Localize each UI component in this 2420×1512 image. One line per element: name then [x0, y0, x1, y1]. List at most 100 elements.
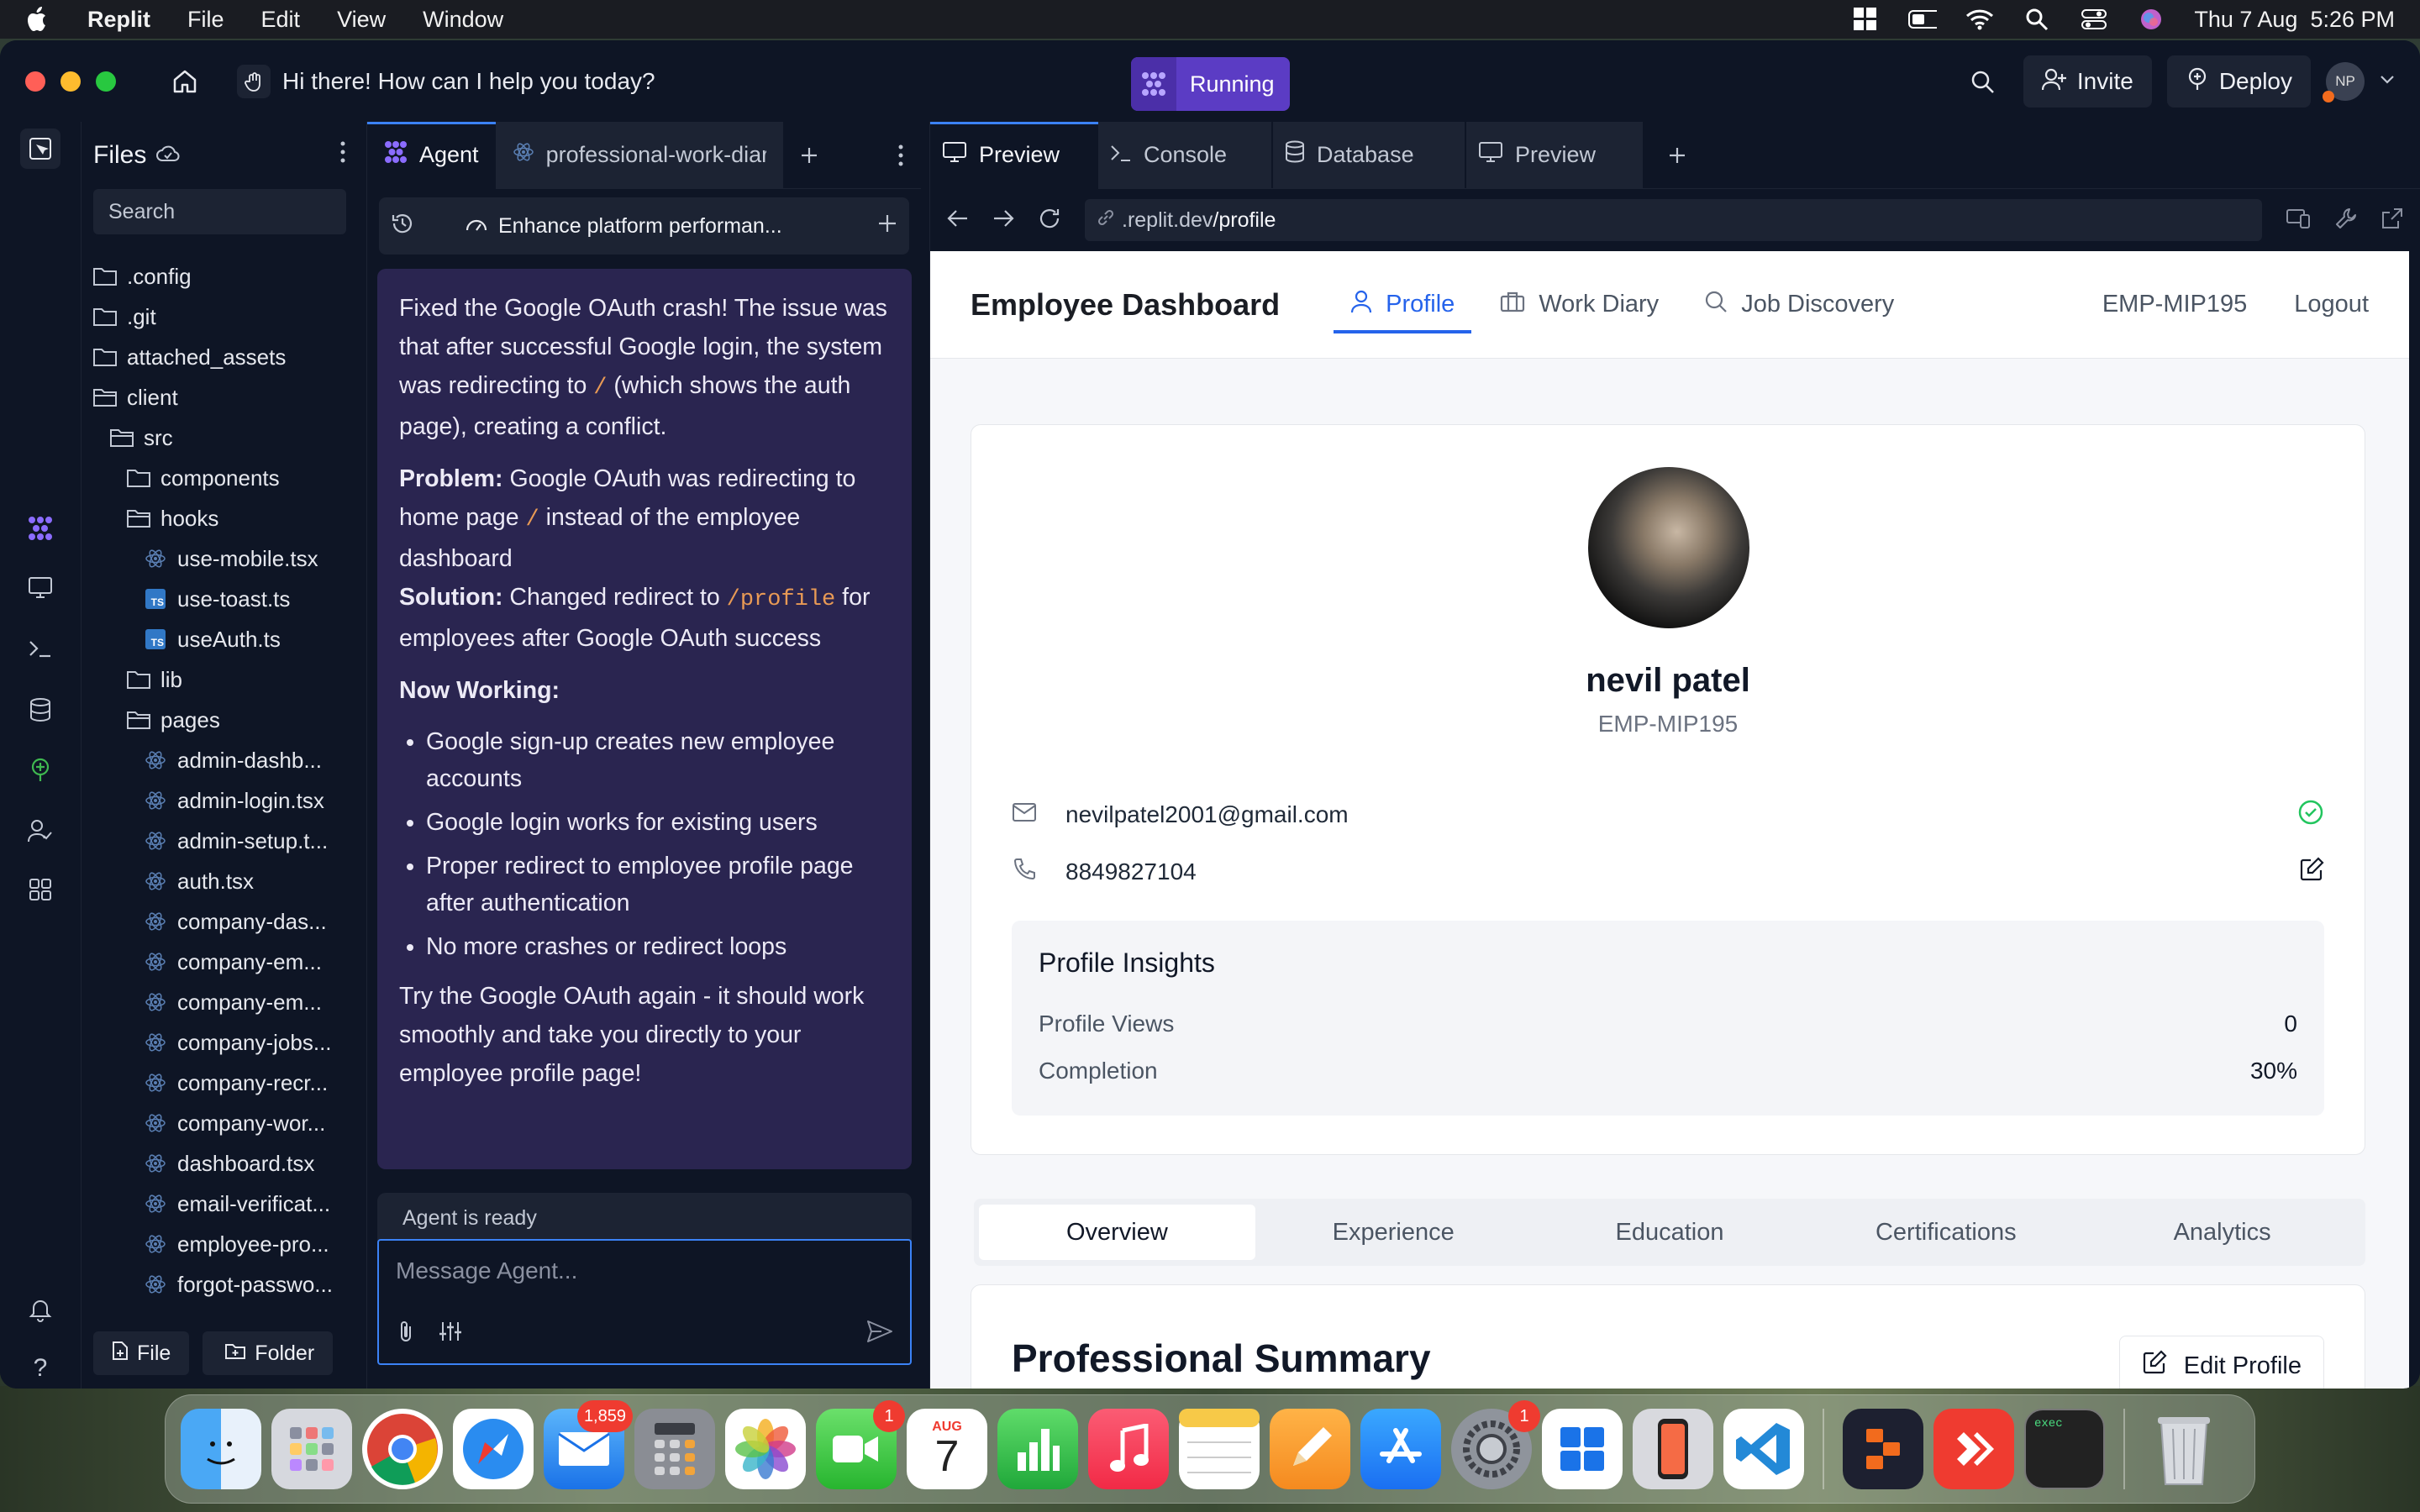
tab-analytics[interactable]: Analytics: [2084, 1205, 2360, 1260]
app-store-icon[interactable]: [1360, 1409, 1441, 1489]
tree-file[interactable]: employee-pro...: [82, 1224, 359, 1264]
calendar-icon[interactable]: AUG 7: [907, 1409, 987, 1489]
chevron-down-icon[interactable]: [2380, 74, 2395, 89]
tree-file[interactable]: email-verificat...: [82, 1184, 359, 1224]
tree-file[interactable]: company-wor...: [82, 1103, 359, 1143]
tree-file[interactable]: forgot-passwo...: [82, 1264, 359, 1305]
tree-file[interactable]: TS use-toast.ts: [82, 579, 359, 619]
tab-file[interactable]: professional-work-diar: [495, 121, 783, 189]
tab-preview-2[interactable]: Preview: [1466, 121, 1643, 189]
tab-preview[interactable]: Preview: [930, 121, 1098, 189]
zoom-window-button[interactable]: [96, 71, 116, 92]
agent-menu-icon[interactable]: [881, 122, 921, 189]
tree-file[interactable]: dashboard.tsx: [82, 1143, 359, 1184]
back-icon[interactable]: [947, 209, 969, 232]
devtools-wrench-icon[interactable]: [2334, 207, 2358, 234]
tab-experience[interactable]: Experience: [1255, 1205, 1532, 1260]
tree-folder[interactable]: client: [82, 377, 359, 417]
deployments-rail-icon[interactable]: [20, 750, 60, 790]
agent-prompt-bar[interactable]: Hi there! How can I help you today?: [237, 64, 655, 98]
battery-icon[interactable]: [1908, 7, 1938, 32]
tree-file[interactable]: company-jobs...: [82, 1022, 359, 1063]
photos-icon[interactable]: [725, 1409, 806, 1489]
tab-education[interactable]: Education: [1532, 1205, 1808, 1260]
run-status-button[interactable]: Running: [1131, 57, 1290, 111]
control-center-icon[interactable]: [2080, 7, 2108, 32]
agent-rail-icon[interactable]: [20, 508, 60, 549]
nav-work-diary[interactable]: Work Diary: [1483, 251, 1676, 359]
database-rail-icon[interactable]: [20, 690, 60, 730]
tree-file[interactable]: use-mobile.tsx: [82, 538, 359, 579]
preview-rail-icon[interactable]: [20, 567, 60, 607]
edit-profile-button[interactable]: Edit Profile: [2118, 1336, 2324, 1389]
open-external-icon[interactable]: [2381, 207, 2403, 234]
spotlight-search-icon[interactable]: [2023, 7, 2051, 32]
iphone-mirroring-icon[interactable]: [1633, 1409, 1713, 1489]
home-icon[interactable]: [166, 63, 203, 100]
pages-icon[interactable]: [1270, 1409, 1350, 1489]
help-icon[interactable]: ?: [20, 1348, 60, 1389]
forward-icon[interactable]: [992, 209, 1014, 232]
facetime-icon[interactable]: 1: [816, 1400, 905, 1489]
message-agent-input[interactable]: [396, 1257, 892, 1284]
files-menu-icon[interactable]: [339, 140, 346, 171]
logout-link[interactable]: Logout: [2294, 291, 2369, 318]
search-icon[interactable]: [1956, 55, 2008, 108]
profile-photo[interactable]: [1588, 467, 1749, 628]
edit-phone-icon[interactable]: [2299, 856, 2324, 888]
tree-folder[interactable]: lib: [82, 659, 359, 700]
minimize-window-button[interactable]: [60, 71, 81, 92]
new-file-button[interactable]: File: [93, 1331, 190, 1375]
tree-file[interactable]: company-em...: [82, 942, 359, 982]
mail-icon[interactable]: 1,859: [544, 1400, 633, 1489]
files-toggle-icon[interactable]: [20, 129, 60, 169]
tab-database[interactable]: Database: [1273, 121, 1465, 189]
safari-icon[interactable]: [453, 1409, 534, 1489]
new-preview-tab-button[interactable]: [1643, 122, 1712, 189]
replit-icon[interactable]: [1843, 1409, 1923, 1489]
tab-console[interactable]: Console: [1098, 121, 1271, 189]
devices-icon[interactable]: [2286, 207, 2311, 234]
trash-icon[interactable]: [2144, 1409, 2224, 1489]
history-icon[interactable]: [391, 212, 414, 241]
close-window-button[interactable]: [25, 71, 45, 92]
tree-folder[interactable]: pages: [82, 700, 359, 740]
nav-job-discovery[interactable]: Job Discovery: [1687, 251, 1911, 359]
user-avatar[interactable]: NP: [2323, 62, 2365, 102]
tree-file[interactable]: admin-setup.t...: [82, 821, 359, 861]
files-search-input[interactable]: Search: [93, 189, 346, 234]
new-folder-button[interactable]: Folder: [203, 1331, 334, 1375]
windows-app-icon[interactable]: [1542, 1409, 1623, 1489]
nav-profile[interactable]: Profile: [1334, 251, 1472, 359]
menubar-clock[interactable]: Thu 7 Aug 5:26 PM: [2194, 7, 2395, 33]
user-check-rail-icon[interactable]: [20, 811, 60, 851]
send-icon[interactable]: [866, 1319, 893, 1348]
tree-file[interactable]: company-em...: [82, 982, 359, 1022]
menu-app-name[interactable]: Replit: [87, 7, 150, 33]
tree-folder[interactable]: attached_assets: [82, 337, 359, 377]
launchpad-icon[interactable]: [271, 1409, 352, 1489]
url-field[interactable]: .replit.dev/profile: [1085, 199, 2262, 241]
tree-folder[interactable]: components: [82, 458, 359, 498]
reload-icon[interactable]: [1038, 207, 1061, 234]
tree-folder[interactable]: hooks: [82, 498, 359, 538]
deploy-button[interactable]: Deploy: [2166, 55, 2311, 108]
tree-folder[interactable]: .git: [82, 297, 359, 337]
terminal-app-icon[interactable]: exec: [2024, 1409, 2105, 1489]
tree-file[interactable]: auth.tsx: [82, 861, 359, 901]
tree-file[interactable]: company-recr...: [82, 1063, 359, 1103]
tab-agent[interactable]: Agent: [367, 121, 496, 189]
menu-window[interactable]: Window: [423, 7, 503, 33]
window-grid-icon[interactable]: [1851, 7, 1880, 32]
session-bar[interactable]: Enhance platform performan...: [379, 197, 909, 255]
invite-button[interactable]: Invite: [2023, 55, 2152, 108]
tree-file[interactable]: TS useAuth.ts: [82, 619, 359, 659]
wifi-icon[interactable]: [1965, 7, 1994, 32]
calculator-icon[interactable]: [634, 1409, 715, 1489]
tree-file[interactable]: admin-login.tsx: [82, 780, 359, 821]
tree-folder[interactable]: src: [82, 417, 359, 458]
tree-file[interactable]: job-discovery...: [82, 1305, 359, 1306]
apple-icon[interactable]: [25, 6, 50, 33]
menu-file[interactable]: File: [187, 7, 224, 33]
tree-file[interactable]: admin-dashb...: [82, 740, 359, 780]
